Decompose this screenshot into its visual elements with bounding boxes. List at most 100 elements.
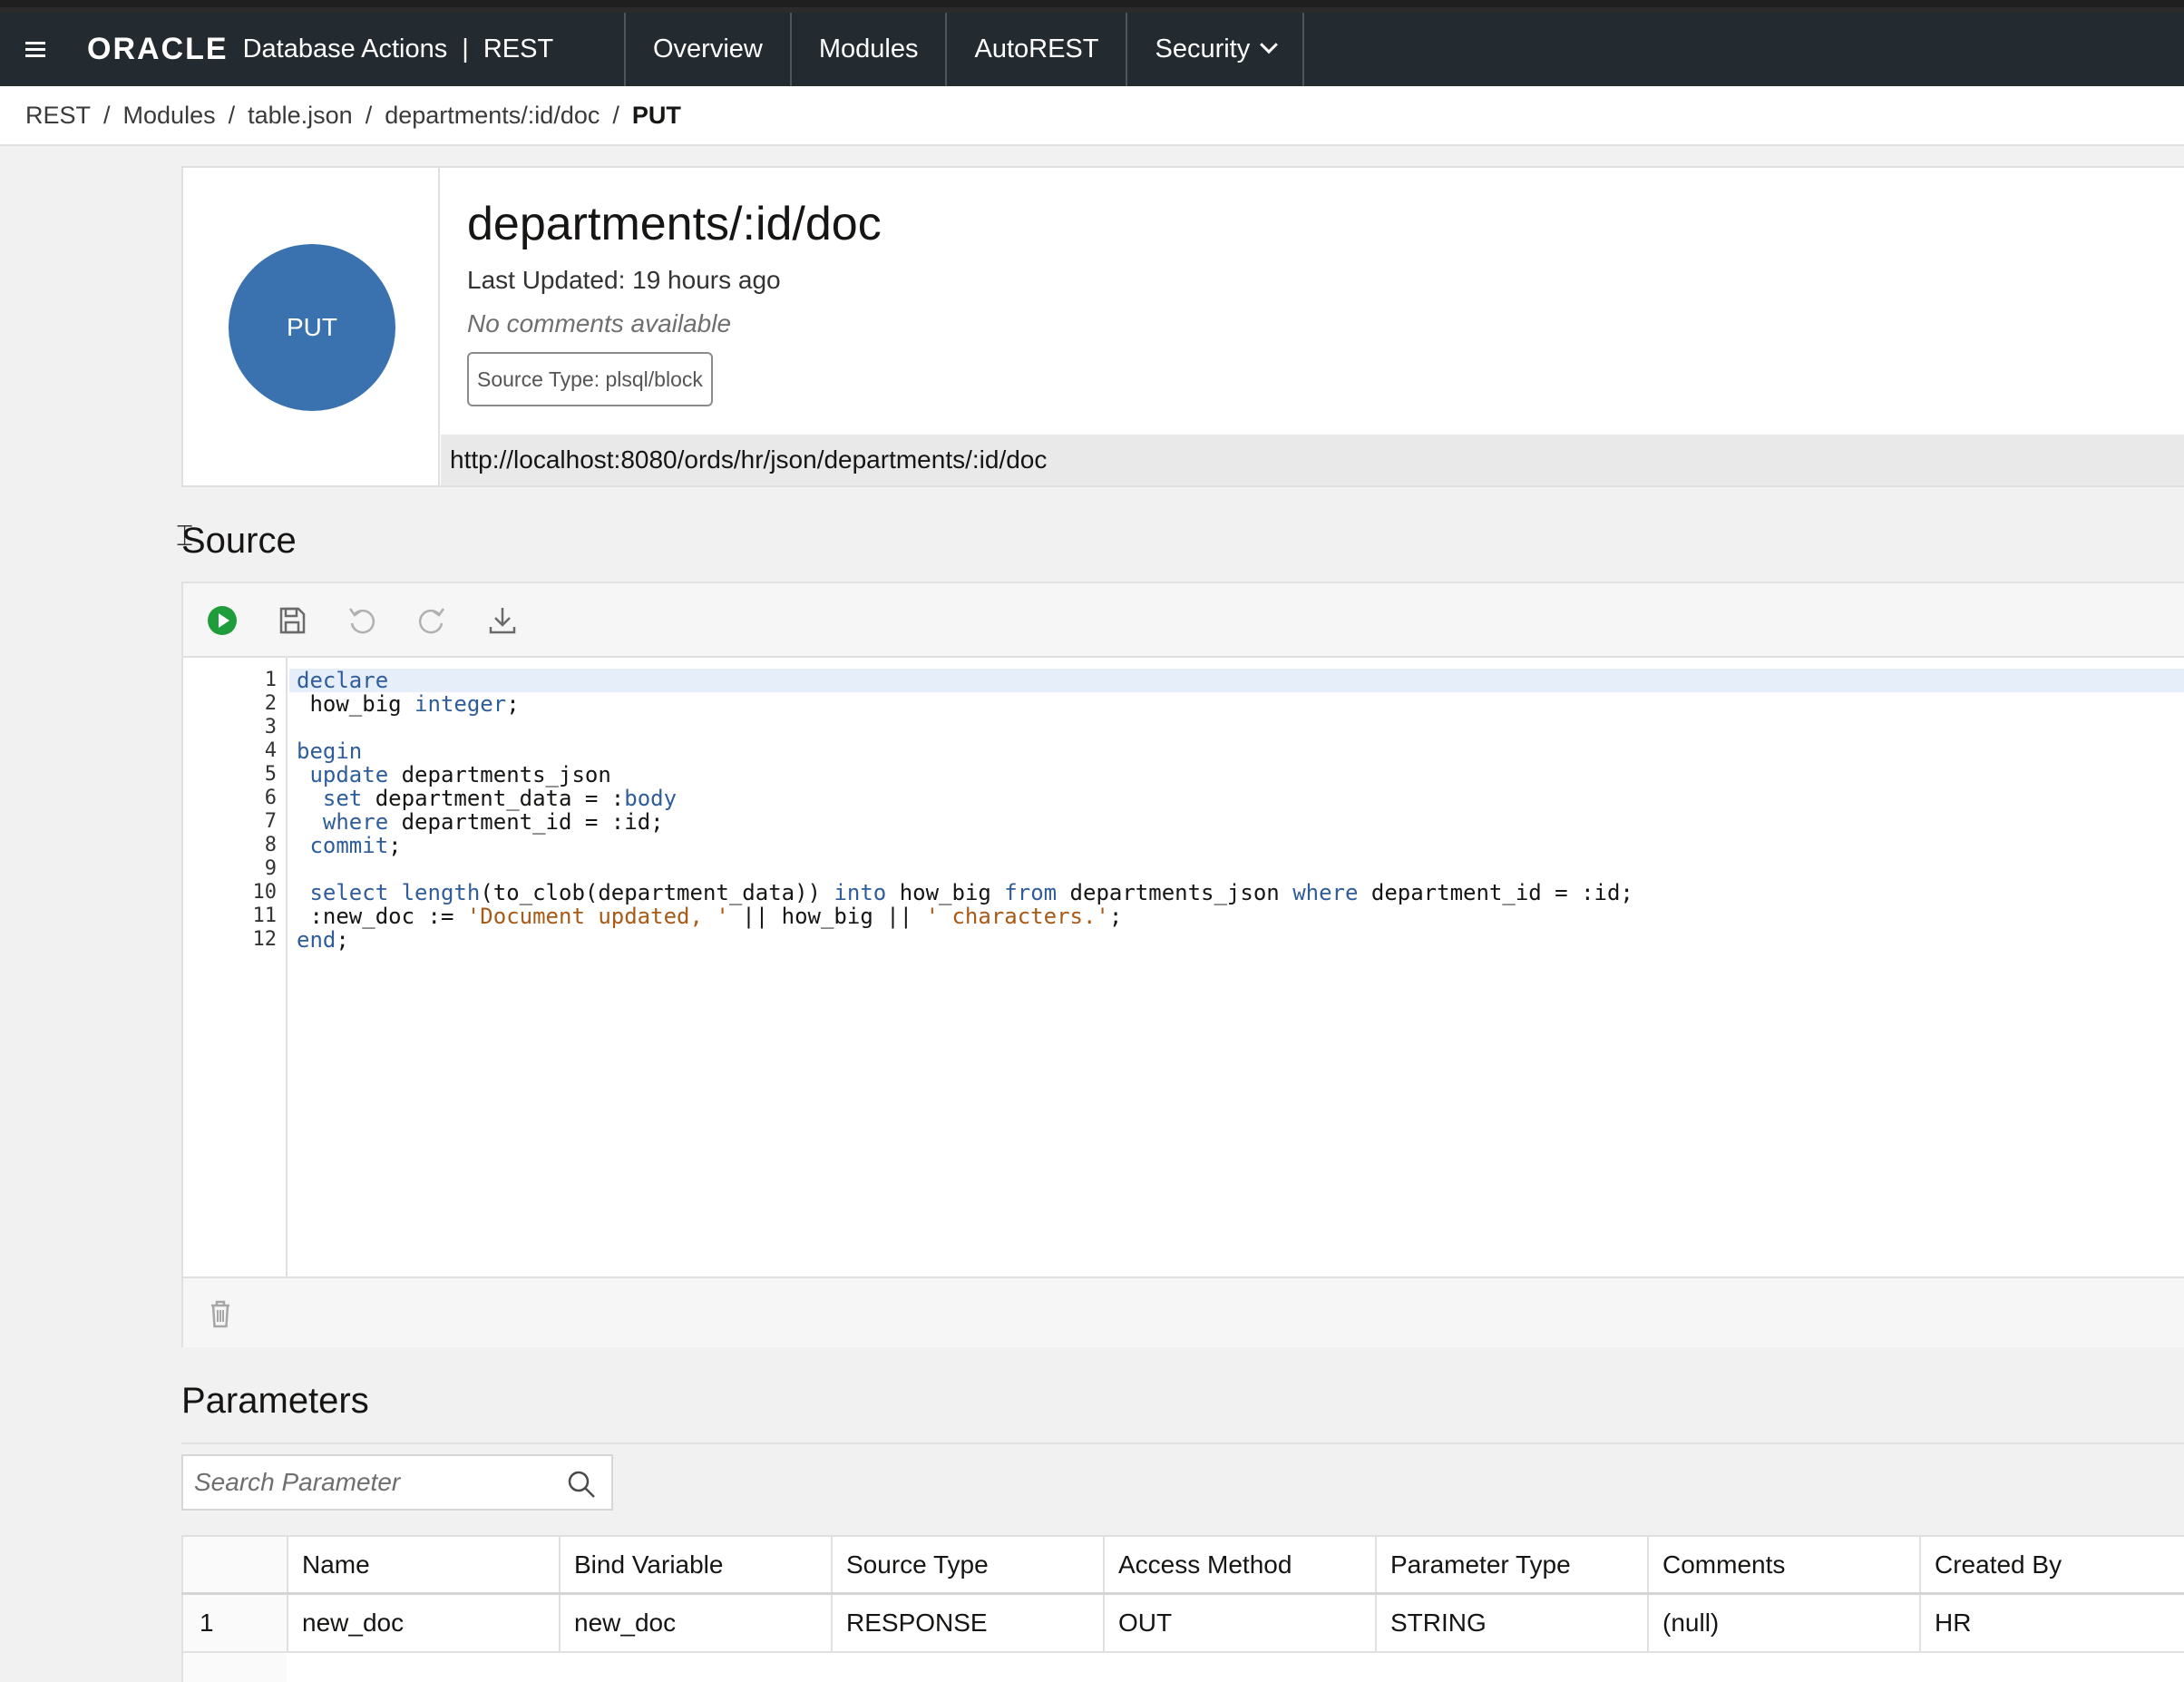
- window-top-strip: [0, 0, 2184, 13]
- breadcrumb-link-rest[interactable]: REST: [25, 102, 91, 130]
- line-number-gutter: 1 2 3 4 5 6 7 8 9 10 11 12: [183, 658, 288, 1276]
- top-navigation-bar: ORACLE Database Actions | REST Overview …: [0, 13, 2184, 86]
- code-text: department_data = :: [362, 786, 625, 811]
- breadcrumb-separator: /: [228, 101, 236, 129]
- last-updated: Last Updated: 19 hours ago: [467, 266, 781, 294]
- menu-button[interactable]: [0, 13, 71, 86]
- code-text: departments_json: [1057, 880, 1293, 905]
- column-header-access-method[interactable]: Access Method: [1103, 1537, 1375, 1592]
- column-header-parameter-type[interactable]: Parameter Type: [1375, 1537, 1647, 1592]
- nav-tab-autorest[interactable]: AutoREST: [945, 13, 1126, 86]
- column-header-name[interactable]: Name: [287, 1537, 559, 1592]
- handler-card: PUT departments/:id/doc Last Updated: 19…: [181, 166, 2184, 487]
- code-line: end;: [297, 928, 349, 952]
- line-number: 3: [264, 716, 277, 738]
- undo-icon[interactable]: [345, 603, 379, 638]
- code-keyword: select: [309, 880, 389, 905]
- code-line: set department_data = :body: [297, 787, 677, 810]
- code-string: 'Document updated, ': [466, 904, 729, 929]
- parameters-title: Parameters: [181, 1381, 369, 1421]
- breadcrumb-link-template[interactable]: departments/:id/doc: [385, 102, 600, 130]
- nav-tab-label: AutoREST: [974, 34, 1099, 64]
- nav-tab-overview[interactable]: Overview: [624, 13, 790, 86]
- brand-separator: |: [462, 34, 469, 64]
- code-keyword: end: [297, 927, 336, 953]
- breadcrumb-link-modules[interactable]: Modules: [123, 102, 216, 130]
- breadcrumb-separator: /: [612, 101, 619, 129]
- code-line: begin: [297, 739, 362, 763]
- code-text: (to_clob(department_data)): [480, 880, 834, 905]
- table-cell[interactable]: STRING: [1375, 1595, 1647, 1651]
- source-type-badge: Source Type: plsql/block: [467, 352, 713, 406]
- breadcrumb-separator: /: [365, 101, 373, 129]
- save-icon[interactable]: [275, 603, 309, 638]
- code-keyword: commit: [309, 833, 389, 858]
- hamburger-icon: [25, 38, 45, 61]
- code-keyword: length: [401, 880, 481, 905]
- play-icon[interactable]: [205, 603, 239, 638]
- line-number: 6: [264, 787, 277, 809]
- brand[interactable]: ORACLE Database Actions | REST: [71, 13, 553, 86]
- table-cell[interactable]: HR: [1919, 1595, 2184, 1651]
- line-number: 2: [264, 692, 277, 715]
- code-text: department_id = :id;: [1358, 880, 1633, 905]
- line-number: 9: [264, 857, 277, 880]
- code-string: ' characters.': [925, 904, 1109, 929]
- oracle-logo: ORACLE: [87, 32, 229, 66]
- app-name: Database Actions: [242, 34, 448, 64]
- column-header-source-type[interactable]: Source Type: [831, 1537, 1103, 1592]
- table-cell[interactable]: RESPONSE: [831, 1595, 1103, 1651]
- code-keyword: declare: [297, 668, 389, 693]
- table-cell[interactable]: OUT: [1103, 1595, 1375, 1651]
- download-icon[interactable]: [485, 603, 520, 638]
- nav-tab-modules[interactable]: Modules: [789, 13, 946, 86]
- nav-tab-security[interactable]: Security: [1126, 13, 1305, 86]
- parameters-divider: [181, 1442, 2184, 1444]
- code-text: ;: [506, 691, 520, 717]
- code-text: how_big: [886, 880, 1005, 905]
- code-line: how_big integer;: [297, 691, 520, 717]
- breadcrumb-current: PUT: [631, 101, 681, 129]
- handler-url[interactable]: http://localhost:8080/ords/hr/json/depar…: [441, 435, 2184, 485]
- code-text: || how_big ||: [728, 904, 926, 929]
- nav-tab-label: Modules: [818, 34, 919, 64]
- column-header-created-by[interactable]: Created By: [1919, 1537, 2184, 1592]
- window-top-strip-inner: [0, 0, 2184, 7]
- table-header: Name Bind Variable Source Type Access Me…: [181, 1535, 2184, 1595]
- search-input[interactable]: [183, 1468, 546, 1497]
- editor-toolbar: [183, 583, 2184, 658]
- code-line: commit;: [297, 833, 401, 858]
- table-cell[interactable]: new_doc: [559, 1595, 831, 1651]
- app-section: REST: [483, 34, 554, 64]
- code-keyword: where: [1292, 880, 1359, 905]
- code-text: how_big: [297, 691, 415, 717]
- table-row[interactable]: 1 new_doc new_doc RESPONSE OUT STRING (n…: [181, 1595, 2184, 1653]
- table-cell[interactable]: new_doc: [287, 1595, 559, 1651]
- source-title: Source: [181, 521, 297, 561]
- parameter-search: [181, 1454, 613, 1511]
- search-icon[interactable]: [566, 1469, 597, 1500]
- line-number: 12: [252, 928, 278, 951]
- trash-icon[interactable]: [203, 1296, 238, 1331]
- breadcrumb-link-module[interactable]: table.json: [248, 102, 353, 130]
- line-number: 4: [264, 739, 277, 762]
- table-cell[interactable]: (null): [1647, 1595, 1919, 1651]
- editor-footer: [183, 1276, 2184, 1347]
- line-number: 5: [264, 763, 277, 786]
- source-editor: 1 2 3 4 5 6 7 8 9 10 11 12 declare how_b…: [181, 582, 2184, 1347]
- row-number-header: [181, 1537, 287, 1592]
- redo-icon[interactable]: [414, 603, 449, 638]
- code-keyword: where: [322, 809, 389, 835]
- main-nav: Overview Modules AutoREST Security: [624, 13, 1305, 86]
- code-text: :new_doc :=: [297, 904, 467, 929]
- column-header-comments[interactable]: Comments: [1647, 1537, 1919, 1592]
- column-header-bind-variable[interactable]: Bind Variable: [559, 1537, 831, 1592]
- code-text: departments_json: [388, 762, 611, 787]
- line-number: 1: [264, 669, 277, 691]
- handler-comments: No comments available: [467, 309, 732, 337]
- code-text-area[interactable]: declare how_big integer; begin update dep…: [289, 658, 2184, 1276]
